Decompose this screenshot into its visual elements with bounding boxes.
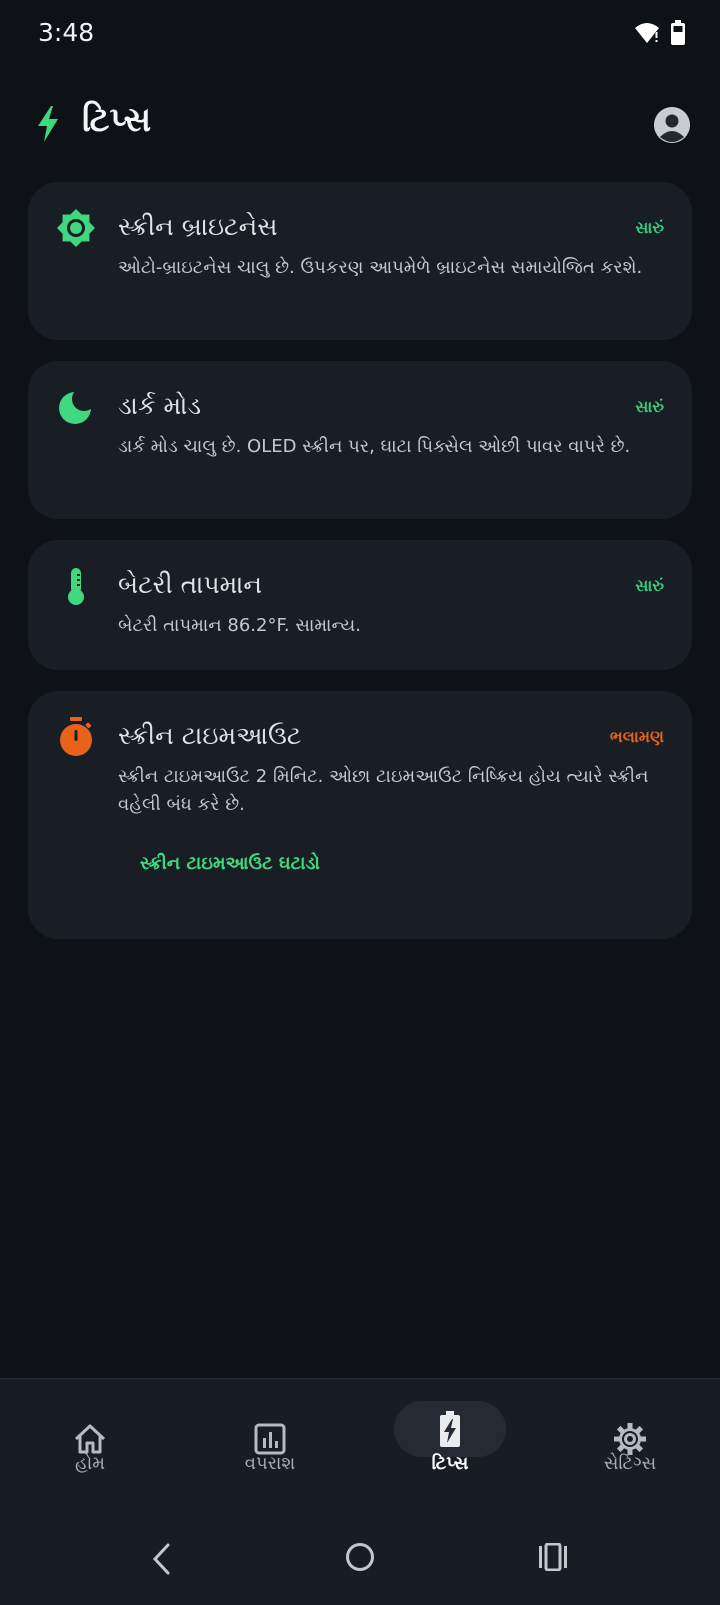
recents-icon[interactable] (538, 1542, 568, 1575)
nav-label: હોમ (74, 1453, 105, 1474)
tip-description: સ્ક્રીન ટાઇમઆઉટ 2 મિનિટ. ઓછા ટાઇમઆઉટ નિષ… (118, 766, 649, 815)
tip-title: બેટરી તાપમાન (118, 570, 262, 599)
tip-title: ડાર્ક મોડ (118, 391, 202, 420)
battery-icon (670, 20, 686, 50)
nav-item-home[interactable]: હોમ (0, 1379, 180, 1489)
brightness-icon (56, 208, 96, 248)
tip-title: સ્ક્રીન બ્રાઇટનેસ (118, 212, 278, 241)
system-nav-bar (0, 1530, 720, 1590)
bolt-icon (36, 106, 60, 146)
tip-card-screen-timeout: સ્ક્રીન ટાઇમઆઉટ ભલામણ સ્ક્રીન ટાઇમઆઉટ 2 … (28, 691, 692, 939)
tip-card-battery-temperature: બેટરી તાપમાન સારું બેટરી તાપમાન 86.2°F. … (28, 540, 692, 670)
tip-title: સ્ક્રીન ટાઇમઆઉટ (118, 721, 302, 750)
status-badge: ભલામણ (609, 727, 664, 746)
tip-description: ડાર્ક મોડ ચાલુ છે. OLED સ્ક્રીન પર, ઘાટા… (118, 436, 631, 457)
home-circle-icon[interactable] (345, 1542, 375, 1576)
tip-card-brightness: સ્ક્રીન બ્રાઇટનેસ સારું ઓટો-બ્રાઇટનેસ ચા… (28, 182, 692, 340)
page-title: ટિપ્સ (82, 100, 152, 140)
moon-icon (56, 387, 96, 427)
reduce-timeout-button[interactable]: સ્ક્રીન ટાઇમઆઉટ ઘટાડો (140, 853, 320, 874)
tip-description: ઓટો-બ્રાઇટનેસ ચાલુ છે. ઉપકરણ આપમેળે બ્રા… (118, 257, 643, 278)
account-icon[interactable] (654, 107, 690, 143)
nav-label: વપરાશ (244, 1453, 296, 1474)
nav-item-usage[interactable]: વપરાશ (180, 1379, 360, 1489)
nav-label: સેટિંગ્સ (603, 1453, 657, 1474)
nav-item-tips[interactable]: ટિપ્સ (360, 1379, 540, 1489)
battery-bolt-icon (394, 1401, 506, 1457)
tip-description: બેટરી તાપમાન 86.2°F. સામાન્ય. (118, 615, 361, 636)
status-badge: સારું (635, 218, 664, 237)
status-badge: સારું (635, 397, 664, 416)
nav-label: ટિપ્સ (431, 1453, 469, 1474)
app-header: ટિપ્સ (0, 90, 720, 160)
back-icon[interactable] (150, 1542, 174, 1580)
nav-item-settings[interactable]: સેટિંગ્સ (540, 1379, 720, 1489)
wifi-icon (634, 21, 660, 49)
thermometer-icon (56, 566, 96, 606)
status-badge: સારું (635, 576, 664, 595)
status-bar: 3:48 (0, 0, 720, 70)
status-time: 3:48 (38, 18, 95, 47)
tip-card-dark-mode: ડાર્ક મોડ સારું ડાર્ક મોડ ચાલુ છે. OLED … (28, 361, 692, 519)
timer-icon (56, 717, 96, 757)
